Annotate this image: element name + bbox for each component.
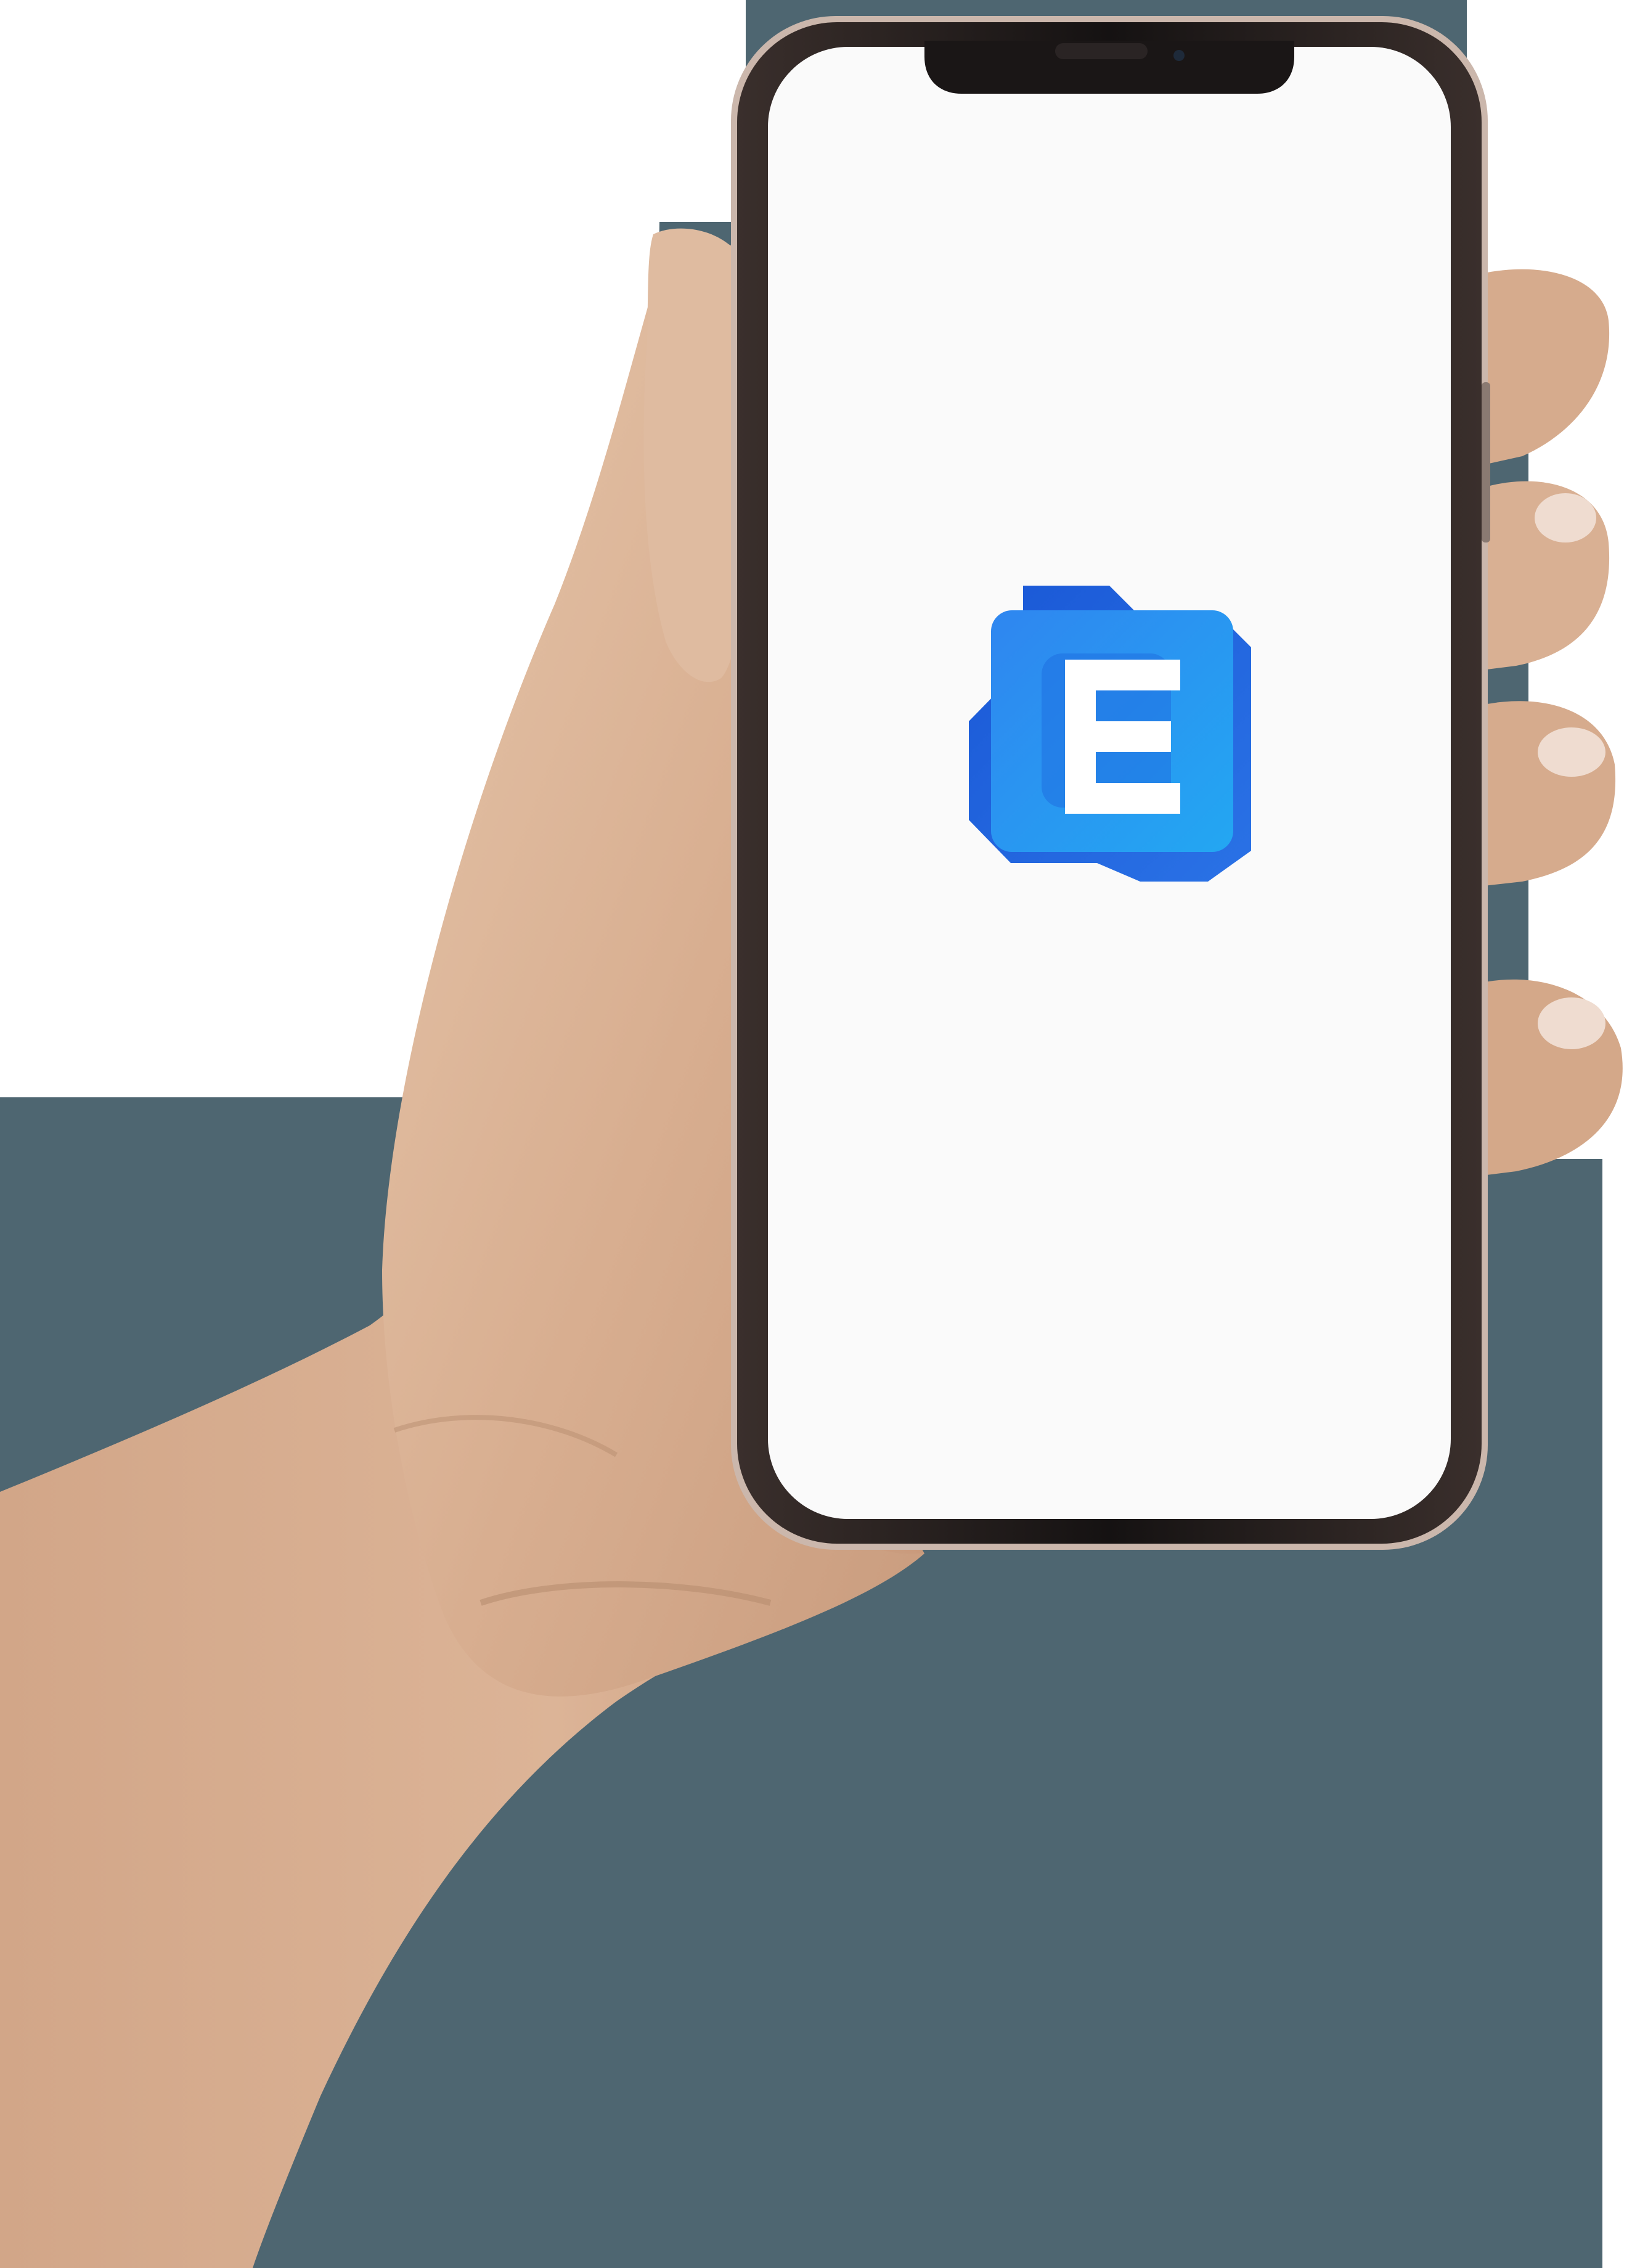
fingernail-middle — [1535, 493, 1596, 542]
smartphone — [731, 16, 1490, 1550]
front-camera — [1173, 50, 1185, 61]
photo-scene — [0, 0, 1640, 2268]
phone-side-button — [1482, 382, 1490, 542]
fingernail-little — [1538, 997, 1605, 1049]
logo-letter-e — [1065, 660, 1180, 814]
phone-speaker — [1055, 43, 1148, 59]
background-cutout-top-right — [1467, 0, 1640, 284]
fingernail-ring — [1538, 727, 1605, 777]
app-logo-icon[interactable] — [969, 586, 1251, 882]
